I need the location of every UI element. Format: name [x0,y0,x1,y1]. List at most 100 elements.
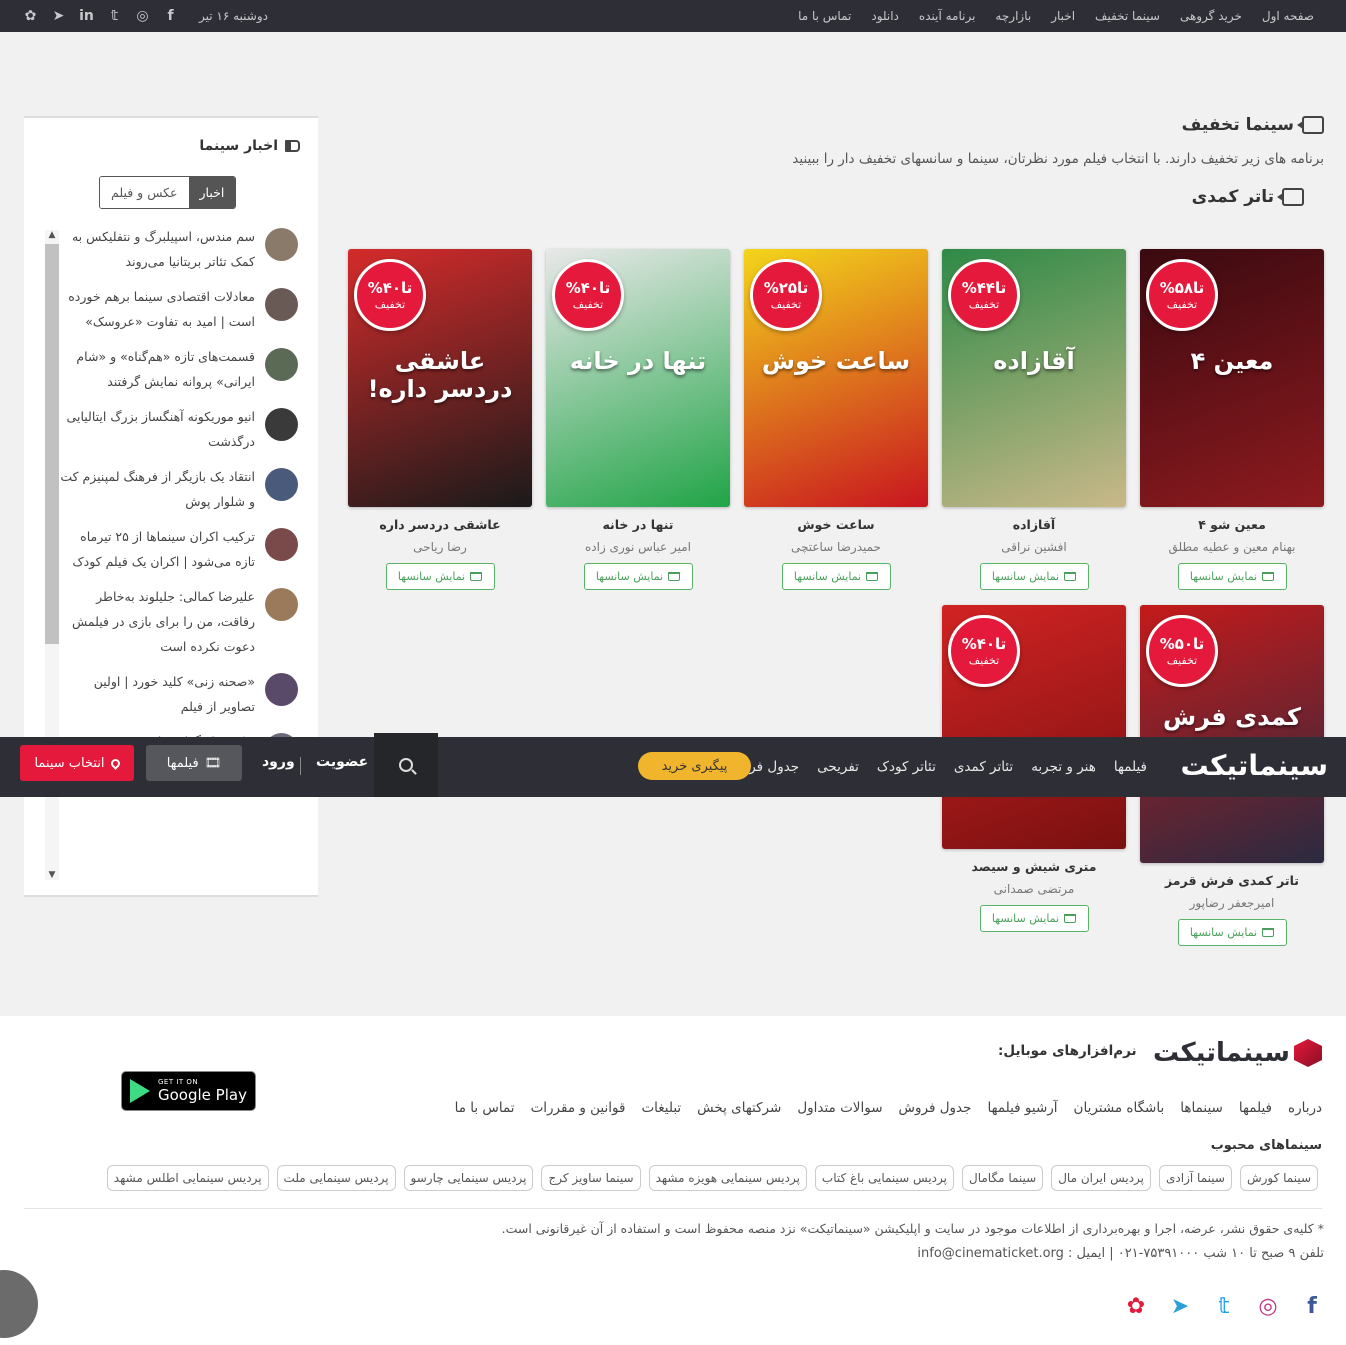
register-link[interactable]: عضویت [316,754,368,770]
show-poster[interactable]: معین ۴ تا۵۸% تخفیف [1140,249,1324,507]
topnav-group-buy[interactable]: خرید گروهی [1170,9,1252,23]
show-card[interactable]: معین ۴ تا۵۸% تخفیف معین شو ۴ بهنام معین … [1140,249,1324,590]
telegram-icon[interactable]: ➤ [1168,1294,1192,1319]
show-title[interactable]: معین شو ۴ [1140,517,1324,532]
footer-link-contact[interactable]: تماس با ما [439,1100,515,1116]
news-headline[interactable]: انتقاد یک بازیگر از فرهنگ لمپنیزم کت و ش… [60,464,255,514]
footer-link-about[interactable]: درباره [1272,1100,1322,1116]
search-button[interactable] [374,733,438,797]
footer-logo[interactable]: سینماتیکت [1153,1038,1322,1068]
show-sessions-button[interactable]: نمایش سانسها [1177,563,1287,590]
show-title[interactable]: عاشقی دردسر داره [348,517,532,532]
scroll-up-icon[interactable]: ▲ [45,230,59,240]
topnav-download[interactable]: دانلود [861,9,909,23]
show-title[interactable]: متری شیش و سیصد [942,859,1126,874]
news-headline[interactable]: انیو موریکونه آهنگساز بزرگ ایتالیایی درگ… [60,404,255,454]
linkedin-icon[interactable]: in [78,8,95,24]
tab-media[interactable]: عکس و فیلم [100,177,189,208]
nav-art-experience[interactable]: هنر و تجربه [1022,759,1105,775]
nav-entertainment[interactable]: تفریحی [808,759,868,775]
telegram-icon[interactable]: ➤ [50,8,67,24]
google-play-badge[interactable]: GET IT ON Google Play [121,1071,256,1111]
instagram-icon[interactable]: ◎ [1256,1294,1280,1319]
news-item[interactable]: معادلات اقتصادی سینما برهم خورده است | ا… [60,284,298,334]
tab-news[interactable]: اخبار [188,177,236,208]
cinema-chip[interactable]: پردیس سینمایی هویزه مشهد [648,1165,807,1191]
track-order-button[interactable]: پیگیری خرید [638,752,751,780]
cinema-chip[interactable]: پردیس سینمایی باغ کتاب [814,1165,954,1191]
show-poster[interactable]: تا۴۰% تخفیف [942,605,1126,849]
twitter-icon[interactable]: 𝕥 [106,8,123,24]
nav-kids-theater[interactable]: تئاتر کودک [868,759,945,775]
news-item[interactable]: انتقاد یک بازیگر از فرهنگ لمپنیزم کت و ش… [60,464,298,514]
films-button[interactable]: 🎞 فیلمها [146,745,242,781]
twitter-icon[interactable]: 𝕥 [1212,1294,1236,1319]
login-link[interactable]: ورود [262,754,295,770]
show-poster[interactable]: عاشقی دردسر داره! تا۴۰% تخفیف [348,249,532,507]
cinema-chip[interactable]: سینما ساویز کرج [541,1165,641,1191]
show-card[interactable]: تنها در خانه تا۴۰% تخفیف تنها در خانه ام… [546,249,730,590]
topnav-discount-cinema[interactable]: سینما تخفیف [1085,9,1170,23]
site-logo[interactable]: سینماتیکت [1180,749,1329,782]
news-item[interactable]: «صحنه زنی» کلید خورد | اولین تصاویر از ف… [60,669,298,719]
show-poster[interactable]: تنها در خانه تا۴۰% تخفیف [546,249,730,507]
footer-link-films[interactable]: فیلمها [1223,1100,1272,1116]
show-sessions-button[interactable]: نمایش سانسها [385,563,495,590]
cinema-chip[interactable]: پردیس سینمایی اطلس مشهد [106,1165,269,1191]
show-sessions-button[interactable]: نمایش سانسها [583,563,693,590]
news-headline[interactable]: قسمت‌های تازه «هم‌گناه» و «شام ایرانی» پ… [60,344,255,394]
news-item[interactable]: ترکیب اکران سینماها از ۲۵ تیرماه تازه می… [60,524,298,574]
instagram-icon[interactable]: ◎ [134,8,151,24]
show-card[interactable]: آقازاده تا۴۴% تخفیف آقازاده افشین نراقی … [942,249,1126,590]
topnav-contact[interactable]: تماس با ما [788,9,861,23]
show-card[interactable]: ساعت خوش تا۲۵% تخفیف ساعت خوش حمیدرضا سا… [744,249,928,590]
show-sessions-button[interactable]: نمایش سانسها [1177,919,1287,946]
news-item[interactable]: علیرضا کمالی: جلیلوند به‌خاطر رفاقت، من … [60,584,298,659]
footer-link-club[interactable]: باشگاه مشتریان [1058,1100,1165,1116]
nav-comedy-theater[interactable]: تئاتر کمدی [945,759,1022,775]
news-item[interactable]: قسمت‌های تازه «هم‌گناه» و «شام ایرانی» پ… [60,344,298,394]
footer-link-distributors[interactable]: شرکتهای پخش [681,1100,781,1116]
show-sessions-button[interactable]: نمایش سانسها [781,563,891,590]
footer-link-box-office[interactable]: جدول فروش [883,1100,972,1116]
footer-link-cinemas[interactable]: سینماها [1164,1100,1223,1116]
topnav-upcoming[interactable]: برنامه آینده [909,9,986,23]
news-item[interactable]: سم مندس، اسپیلبرگ و نتفلیکس به کمک تئاتر… [60,224,298,274]
show-sessions-button[interactable]: نمایش سانسها [979,905,1089,932]
show-sessions-button[interactable]: نمایش سانسها [979,563,1089,590]
cinema-chip[interactable]: پردیس ایران مال [1051,1165,1152,1191]
facebook-icon[interactable]: f [162,8,179,24]
show-poster[interactable]: کمدی فرش قرمز تا۵۰% تخفیف [1140,605,1324,863]
show-poster[interactable]: ساعت خوش تا۲۵% تخفیف [744,249,928,507]
news-headline[interactable]: علیرضا کمالی: جلیلوند به‌خاطر رفاقت، من … [60,584,255,659]
nav-films[interactable]: فیلمها [1105,759,1156,775]
footer-link-terms[interactable]: قوانین و مقررات [515,1100,626,1116]
show-card[interactable]: عاشقی دردسر داره! تا۴۰% تخفیف عاشقی دردس… [348,249,532,590]
footer-link-archive[interactable]: آرشیو فیلمها [971,1100,1057,1116]
news-headline[interactable]: سم مندس، اسپیلبرگ و نتفلیکس به کمک تئاتر… [60,224,255,274]
news-headline[interactable]: «صحنه زنی» کلید خورد | اولین تصاویر از ف… [60,669,255,719]
news-headline[interactable]: معادلات اقتصادی سینما برهم خورده است | ا… [60,284,255,334]
cinema-chip[interactable]: سینما آزادی [1159,1165,1232,1191]
topnav-bazaar[interactable]: بازارچه [985,9,1041,23]
show-title[interactable]: آقازاده [942,517,1126,532]
cinema-chip[interactable]: سینما مگامال [961,1165,1044,1191]
footer-link-faq[interactable]: سوالات متداول [781,1100,882,1116]
choose-cinema-button[interactable]: انتخاب سینما [20,745,134,781]
scroll-thumb[interactable] [45,244,59,644]
show-poster[interactable]: آقازاده تا۴۴% تخفیف [942,249,1126,507]
topnav-news[interactable]: اخبار [1041,9,1085,23]
facebook-icon[interactable]: f [1300,1294,1324,1319]
cinematicket-icon[interactable]: ✿ [1124,1294,1148,1319]
show-title[interactable]: ساعت خوش [744,517,928,532]
scroll-down-icon[interactable]: ▼ [45,870,59,880]
show-title[interactable]: تاتر کمدی فرش قرمز [1140,873,1324,888]
cinema-chip[interactable]: پردیس سینمایی ملت [276,1165,396,1191]
cinematicket-icon[interactable]: ✿ [22,8,39,24]
news-item[interactable]: انیو موریکونه آهنگساز بزرگ ایتالیایی درگ… [60,404,298,454]
cinema-chip[interactable]: سینما کورش [1239,1165,1318,1191]
topnav-home[interactable]: صفحه اول [1252,9,1324,23]
show-title[interactable]: تنها در خانه [546,517,730,532]
cinema-chip[interactable]: پردیس سینمایی چارسو [403,1165,534,1191]
news-headline[interactable]: ترکیب اکران سینماها از ۲۵ تیرماه تازه می… [60,524,255,574]
